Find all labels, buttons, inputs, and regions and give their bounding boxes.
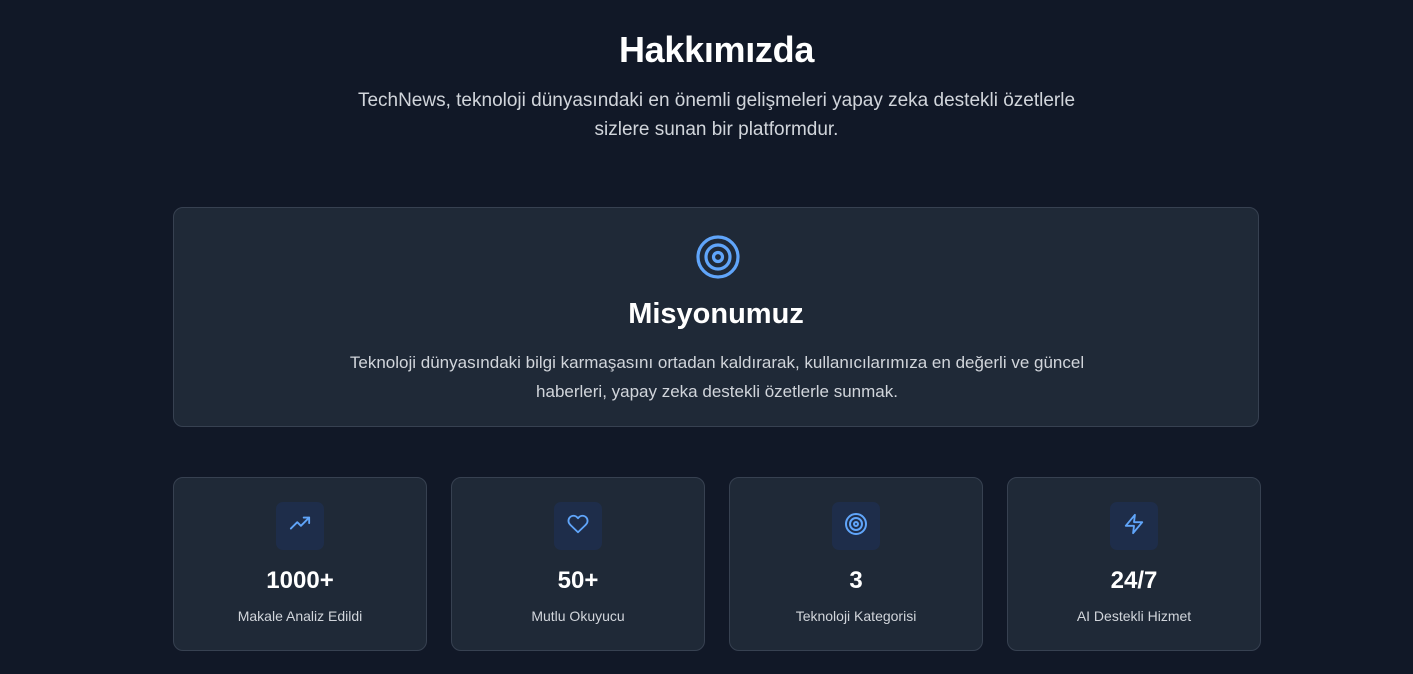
stat-label: Makale Analiz Edildi [237,608,363,624]
page-description: TechNews, teknoloji dünyasındaki en önem… [357,90,1076,140]
stat-card-categories: 3 Teknoloji Kategorisi [729,477,983,651]
stat-icon-box [554,502,602,550]
mission-text: Teknoloji dünyasındaki bilgi karmaşasını… [349,353,1085,401]
stat-card-readers: 50+ Mutlu Okuyucu [451,477,705,651]
trending-up-icon [289,513,311,540]
mission-card: Misyonumuz Teknoloji dünyasındaki bilgi … [173,207,1259,427]
stat-label: AI Destekli Hizmet [1076,608,1192,624]
stat-label: Teknoloji Kategorisi [795,608,917,624]
stat-card-articles: 1000+ Makale Analiz Edildi [173,477,427,651]
stat-label: Mutlu Okuyucu [531,608,625,624]
stat-value: 1000+ [266,567,334,594]
stat-value: 24/7 [1110,567,1158,594]
target-icon [695,234,741,280]
target-icon [844,512,868,541]
stat-value: 50+ [557,567,599,594]
stat-card-ai-service: 24/7 AI Destekli Hizmet [1007,477,1261,651]
stat-icon-box [276,502,324,550]
page-title: Hakkımızda [618,29,815,70]
stat-icon-box [1110,502,1158,550]
about-page: Hakkımızda TechNews, teknoloji dünyasınd… [0,0,1413,674]
stat-icon-box [832,502,880,550]
heart-icon [567,513,589,540]
zap-icon [1123,513,1145,540]
stat-value: 3 [849,567,863,594]
mission-title: Misyonumuz [628,298,804,330]
